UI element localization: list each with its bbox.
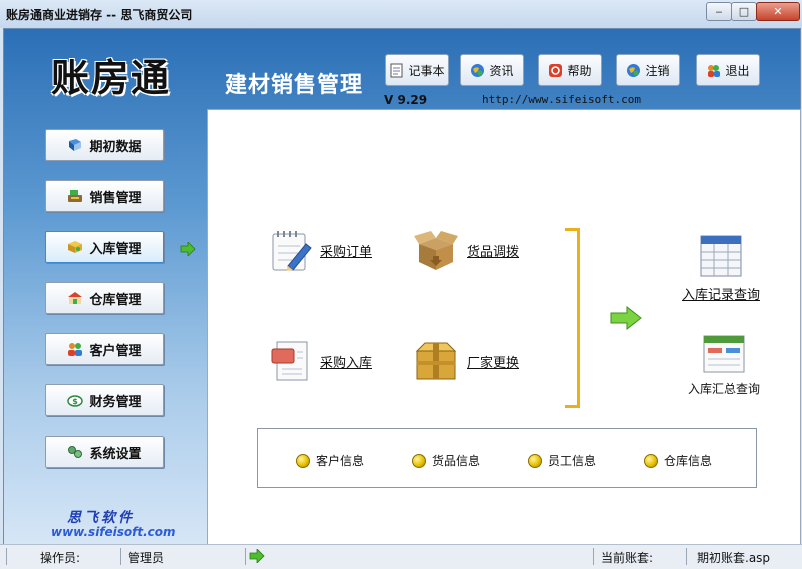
money-icon: $ xyxy=(67,395,84,407)
exit-button[interactable]: 退出 xyxy=(696,54,760,86)
purchase-order-label: 采购订单 xyxy=(320,244,373,260)
help-icon xyxy=(549,63,563,77)
goods-transfer-label: 货品调拨 xyxy=(467,244,520,260)
app-window: 账房通商业进销存 -- 思飞商贸公司 ‒ □ ✕ 账房通 建材销售管理 V 9.… xyxy=(0,0,802,569)
brand-url: www.sifeisoft.com xyxy=(51,525,176,539)
title-bar: 账房通商业进销存 -- 思飞商贸公司 ‒ □ ✕ xyxy=(0,0,802,28)
purchase-order-link[interactable]: 采购订单 xyxy=(270,228,372,272)
document-icon xyxy=(271,341,308,381)
status-divider xyxy=(6,548,7,565)
maximize-button[interactable]: □ xyxy=(731,2,757,21)
bullet-icon xyxy=(412,453,426,468)
status-bar: 操作员: 管理员 当前账套: 期初账套.asp xyxy=(0,544,802,569)
gears-icon xyxy=(68,446,83,458)
purchase-stock-in-label: 采购入库 xyxy=(320,355,373,371)
website-url: http://www.sifeisoft.com xyxy=(482,93,641,106)
warehouse-info-label: 仓库信息 xyxy=(664,454,713,468)
sidebar-item-finance[interactable]: $ 财务管理 xyxy=(45,384,164,416)
employee-info-label: 员工信息 xyxy=(548,454,597,468)
closed-box-icon xyxy=(415,342,457,380)
window-title: 账房通商业进销存 -- 思飞商贸公司 xyxy=(6,8,193,22)
sidebar-item-label: 仓库管理 xyxy=(89,292,142,308)
status-divider xyxy=(593,548,594,565)
customer-info-label: 客户信息 xyxy=(316,454,365,468)
stock-in-record-query-link[interactable]: 入库记录查询 xyxy=(682,234,760,303)
notepad-icon xyxy=(390,63,403,77)
content-panel: 采购订单 货品调拨 采购入库 厂家更换 入库记录查询 入库汇总查询 客户信息 货… xyxy=(207,109,801,545)
flow-arrow-icon xyxy=(610,306,642,330)
vendor-exchange-link[interactable]: 厂家更换 xyxy=(413,339,519,383)
help-button[interactable]: 帮助 xyxy=(538,54,602,86)
news-icon xyxy=(471,63,485,77)
box-icon xyxy=(68,241,83,253)
table-icon xyxy=(700,235,742,277)
goods-transfer-link[interactable]: 货品调拨 xyxy=(413,228,519,272)
sidebar-item-label: 系统设置 xyxy=(89,446,142,462)
notepad-label: 记事本 xyxy=(408,63,445,78)
status-divider xyxy=(686,548,687,565)
book-icon xyxy=(69,139,82,151)
basic-info-box: 客户信息 货品信息 员工信息 仓库信息 xyxy=(257,428,757,488)
warehouse-info-link[interactable]: 仓库信息 xyxy=(644,452,712,469)
arrow-right-icon xyxy=(249,549,265,563)
status-divider xyxy=(120,548,121,565)
operator-label: 操作员: xyxy=(40,551,81,565)
account-label: 当前账套: xyxy=(601,551,654,565)
sidebar-item-customers[interactable]: 客户管理 xyxy=(45,333,164,365)
notepad-button[interactable]: 记事本 xyxy=(385,54,449,86)
sidebar-item-sales[interactable]: 销售管理 xyxy=(45,180,164,212)
notepad-pencil-icon xyxy=(272,231,312,271)
sidebar-item-stock-in[interactable]: 入库管理 xyxy=(45,231,164,263)
logout-icon xyxy=(627,63,641,77)
employee-info-link[interactable]: 员工信息 xyxy=(528,452,596,469)
help-label: 帮助 xyxy=(567,63,592,78)
brand-name: 思飞软件 xyxy=(67,510,135,526)
minimize-icon: ‒ xyxy=(715,5,723,18)
report-icon xyxy=(703,335,745,373)
bullet-icon xyxy=(296,453,310,468)
sidebar-item-initial-data[interactable]: 期初数据 xyxy=(45,129,164,161)
minimize-button[interactable]: ‒ xyxy=(706,2,732,21)
app-logo: 账房通 xyxy=(51,55,172,100)
warehouse-icon xyxy=(68,292,83,304)
cash-register-icon xyxy=(68,190,83,202)
goods-info-label: 货品信息 xyxy=(432,454,481,468)
customer-info-link[interactable]: 客户信息 xyxy=(296,452,364,469)
stock-in-record-query-label: 入库记录查询 xyxy=(682,288,761,303)
sidebar-item-warehouse[interactable]: 仓库管理 xyxy=(45,282,164,314)
status-divider xyxy=(245,548,246,565)
main-area: 账房通 建材销售管理 V 9.29 http://www.sifeisoft.c… xyxy=(3,28,801,546)
exit-label: 退出 xyxy=(725,63,750,78)
maximize-icon: □ xyxy=(738,5,750,18)
bullet-icon xyxy=(528,453,542,468)
sidebar-item-label: 期初数据 xyxy=(89,139,142,155)
vendor-exchange-label: 厂家更换 xyxy=(467,355,520,371)
product-title: 建材销售管理 xyxy=(225,73,364,98)
flow-bracket xyxy=(565,228,580,408)
sidebar-item-settings[interactable]: 系统设置 xyxy=(45,436,164,468)
open-box-icon xyxy=(414,231,458,270)
sidebar-item-label: 入库管理 xyxy=(89,241,142,257)
exit-icon xyxy=(708,64,721,77)
stock-in-summary-query-link[interactable]: 入库汇总查询 xyxy=(688,334,760,397)
people-icon xyxy=(68,343,83,356)
close-button[interactable]: ✕ xyxy=(756,2,800,21)
logout-button[interactable]: 注销 xyxy=(616,54,680,86)
sidebar-item-label: 销售管理 xyxy=(89,190,142,206)
version-label: V 9.29 xyxy=(384,93,428,107)
news-button[interactable]: 资讯 xyxy=(460,54,524,86)
sidebar-item-label: 财务管理 xyxy=(89,394,142,410)
stock-in-summary-query-label: 入库汇总查询 xyxy=(688,382,761,396)
close-icon: ✕ xyxy=(773,5,783,18)
bullet-icon xyxy=(644,453,658,468)
svg-text:$: $ xyxy=(73,397,79,406)
account-value: 期初账套.asp xyxy=(697,551,771,565)
news-label: 资讯 xyxy=(489,63,514,78)
arrow-right-icon xyxy=(180,242,196,256)
operator-value: 管理员 xyxy=(128,551,165,565)
sidebar-item-label: 客户管理 xyxy=(89,343,142,359)
goods-info-link[interactable]: 货品信息 xyxy=(412,452,480,469)
purchase-stock-in-link[interactable]: 采购入库 xyxy=(270,339,372,383)
logout-label: 注销 xyxy=(645,63,670,78)
